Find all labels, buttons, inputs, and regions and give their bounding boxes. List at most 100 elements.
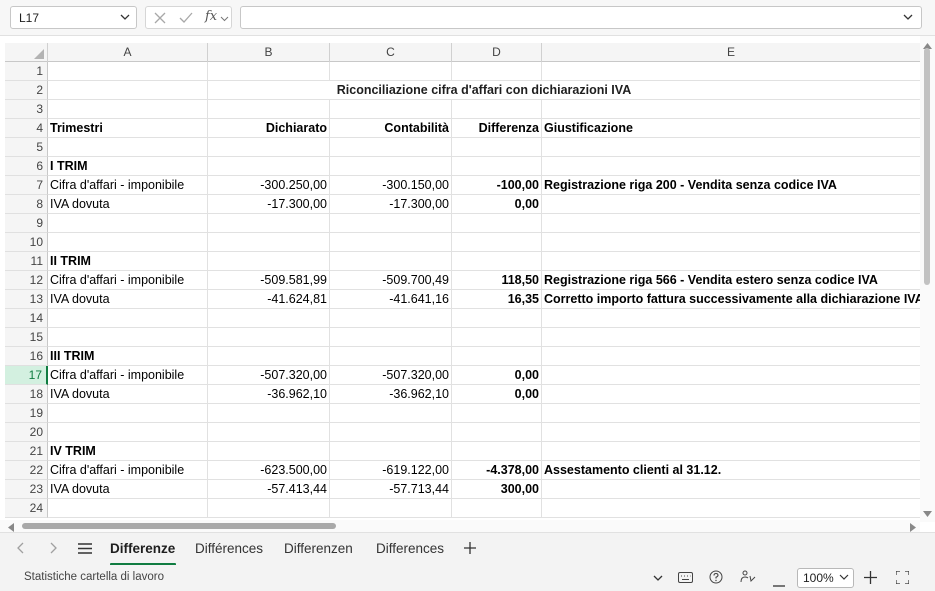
cell[interactable]: -100,00 bbox=[452, 176, 542, 195]
row-header[interactable]: 4 bbox=[5, 119, 48, 138]
cell[interactable] bbox=[452, 138, 542, 157]
cell[interactable]: Cifra d'affari - imponibile bbox=[48, 366, 208, 385]
horizontal-scroll-thumb[interactable] bbox=[22, 523, 336, 529]
row-header[interactable]: 14 bbox=[5, 309, 48, 328]
zoom-select[interactable]: 100% bbox=[797, 568, 854, 588]
cancel-icon[interactable] bbox=[152, 10, 168, 29]
all-sheets-menu-icon[interactable] bbox=[78, 543, 92, 557]
cell[interactable]: Corretto importo fattura successivamente… bbox=[542, 290, 920, 309]
cell[interactable]: -41.624,81 bbox=[208, 290, 330, 309]
formula-input[interactable] bbox=[240, 6, 922, 29]
row-header[interactable]: 12 bbox=[5, 271, 48, 290]
cell[interactable] bbox=[452, 328, 542, 347]
row-header[interactable]: 8 bbox=[5, 195, 48, 214]
cell[interactable]: -509.581,99 bbox=[208, 271, 330, 290]
row-header[interactable]: 20 bbox=[5, 423, 48, 442]
header-differenza[interactable]: Differenza bbox=[452, 119, 542, 138]
cell[interactable] bbox=[330, 233, 452, 252]
workbook-statistics[interactable]: Statistiche cartella di lavoro bbox=[24, 571, 164, 583]
cell[interactable]: -509.700,49 bbox=[330, 271, 452, 290]
cell[interactable]: -300.250,00 bbox=[208, 176, 330, 195]
column-header-b[interactable]: B bbox=[208, 43, 330, 62]
cell[interactable] bbox=[452, 442, 542, 461]
cell[interactable] bbox=[48, 404, 208, 423]
zoom-in-icon[interactable] bbox=[864, 571, 877, 587]
cell[interactable] bbox=[208, 347, 330, 366]
column-header-e[interactable]: E bbox=[542, 43, 920, 62]
row-header[interactable]: 6 bbox=[5, 157, 48, 176]
zoom-out-icon[interactable] bbox=[773, 576, 785, 590]
header-dichiarato[interactable]: Dichiarato bbox=[208, 119, 330, 138]
cell[interactable]: -36.962,10 bbox=[208, 385, 330, 404]
scroll-down-icon[interactable] bbox=[923, 506, 932, 520]
row-header[interactable]: 10 bbox=[5, 233, 48, 252]
cell[interactable]: -4.378,00 bbox=[452, 461, 542, 480]
chevron-down-icon[interactable] bbox=[220, 12, 229, 26]
cell[interactable]: -41.641,16 bbox=[330, 290, 452, 309]
cell[interactable]: -507.320,00 bbox=[330, 366, 452, 385]
spreadsheet-grid[interactable]: A B C D E 1 2 3 4 5 6 7 8 9 10 11 12 13 … bbox=[5, 43, 920, 520]
cell[interactable] bbox=[208, 233, 330, 252]
chevron-right-icon[interactable] bbox=[48, 541, 58, 557]
cell[interactable]: 16,35 bbox=[452, 290, 542, 309]
row-header[interactable]: 22 bbox=[5, 461, 48, 480]
row-header[interactable]: 16 bbox=[5, 347, 48, 366]
cell[interactable] bbox=[208, 138, 330, 157]
section-label[interactable]: III TRIM bbox=[48, 347, 208, 366]
cell[interactable] bbox=[48, 138, 208, 157]
cell[interactable]: Registrazione riga 566 - Vendita estero … bbox=[542, 271, 920, 290]
cell[interactable] bbox=[208, 214, 330, 233]
chevron-down-icon[interactable] bbox=[118, 10, 132, 27]
cell[interactable]: -57.413,44 bbox=[208, 480, 330, 499]
row-header[interactable]: 9 bbox=[5, 214, 48, 233]
cell[interactable]: Cifra d'affari - imponibile bbox=[48, 461, 208, 480]
cell[interactable] bbox=[208, 309, 330, 328]
cell[interactable] bbox=[452, 499, 542, 518]
cell[interactable] bbox=[208, 252, 330, 271]
cell[interactable] bbox=[48, 100, 208, 119]
cell[interactable] bbox=[330, 100, 452, 119]
cell[interactable] bbox=[48, 62, 208, 81]
cell[interactable] bbox=[452, 157, 542, 176]
confirm-icon[interactable] bbox=[178, 10, 194, 29]
cell[interactable] bbox=[330, 309, 452, 328]
cell[interactable] bbox=[48, 233, 208, 252]
cell[interactable] bbox=[330, 423, 452, 442]
cell[interactable]: 0,00 bbox=[452, 385, 542, 404]
cell[interactable] bbox=[330, 138, 452, 157]
row-header[interactable]: 21 bbox=[5, 442, 48, 461]
vertical-scrollbar[interactable] bbox=[920, 36, 935, 522]
cell[interactable] bbox=[452, 62, 542, 81]
row-header[interactable]: 5 bbox=[5, 138, 48, 157]
cell[interactable] bbox=[452, 309, 542, 328]
header-trimestri[interactable]: Trimestri bbox=[48, 119, 208, 138]
vertical-scroll-thumb[interactable] bbox=[924, 48, 930, 285]
cell[interactable] bbox=[452, 100, 542, 119]
row-header[interactable]: 11 bbox=[5, 252, 48, 271]
sheet-tab-differenze[interactable]: Differenze bbox=[110, 541, 175, 556]
cell[interactable]: -619.122,00 bbox=[330, 461, 452, 480]
cell[interactable] bbox=[208, 62, 330, 81]
row-header[interactable]: 18 bbox=[5, 385, 48, 404]
cell[interactable] bbox=[48, 499, 208, 518]
add-sheet-icon[interactable] bbox=[463, 540, 477, 560]
cell[interactable]: Assestamento clienti al 31.12. bbox=[542, 461, 920, 480]
row-header[interactable]: 2 bbox=[5, 81, 48, 100]
cell[interactable]: -623.500,00 bbox=[208, 461, 330, 480]
row-header[interactable]: 3 bbox=[5, 100, 48, 119]
section-label[interactable]: II TRIM bbox=[48, 252, 208, 271]
horizontal-scrollbar[interactable] bbox=[0, 520, 920, 532]
section-label[interactable]: IV TRIM bbox=[48, 442, 208, 461]
cell[interactable] bbox=[452, 252, 542, 271]
cell[interactable] bbox=[48, 309, 208, 328]
help-icon[interactable] bbox=[709, 570, 723, 587]
cell[interactable] bbox=[208, 404, 330, 423]
cell[interactable]: 118,50 bbox=[452, 271, 542, 290]
cell[interactable] bbox=[48, 214, 208, 233]
cell[interactable] bbox=[48, 423, 208, 442]
cell[interactable] bbox=[48, 328, 208, 347]
cell[interactable] bbox=[208, 157, 330, 176]
chevron-left-icon[interactable] bbox=[16, 541, 26, 557]
cell[interactable] bbox=[330, 442, 452, 461]
cell[interactable]: Cifra d'affari - imponibile bbox=[48, 271, 208, 290]
